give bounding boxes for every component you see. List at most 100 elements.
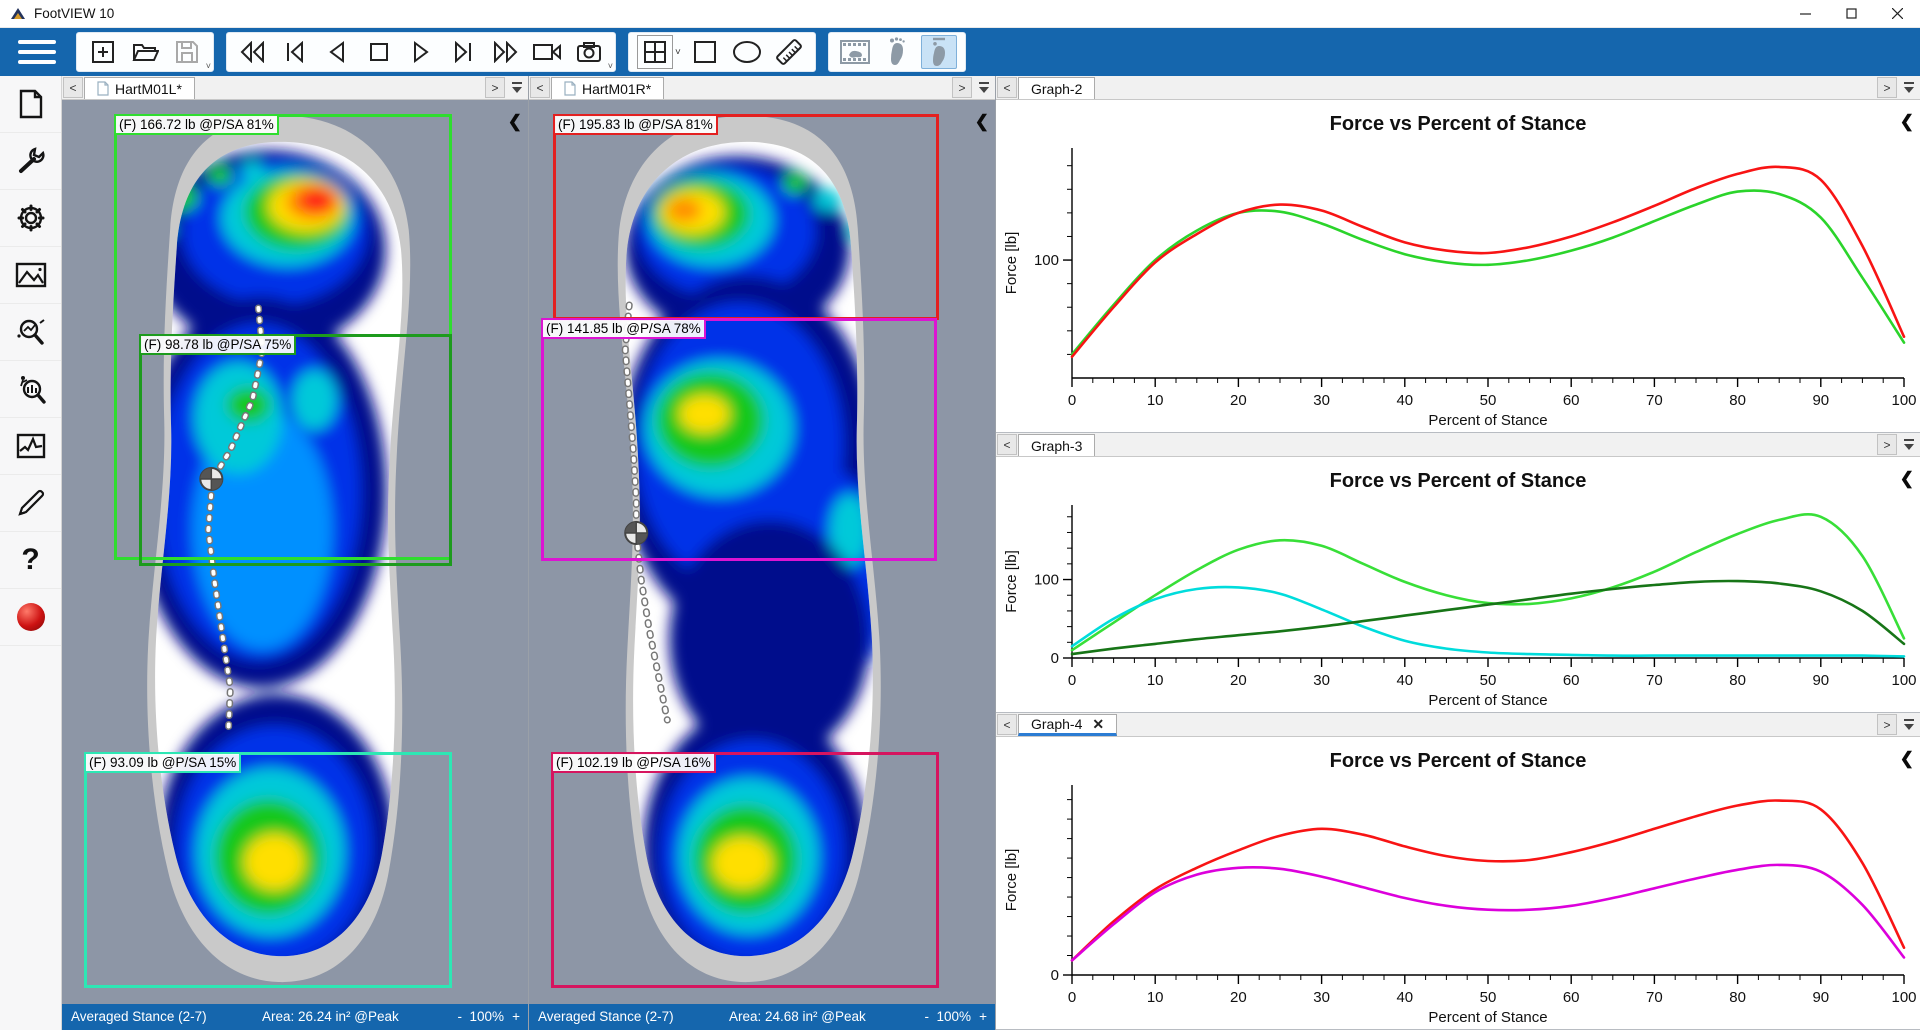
collapse-panel-icon[interactable]: ❮	[1900, 749, 1914, 769]
sidebar-item-help[interactable]: ?	[0, 532, 61, 589]
sidebar-item-document[interactable]	[0, 76, 61, 133]
svg-text:40: 40	[1396, 989, 1413, 1006]
svg-text:30: 30	[1313, 392, 1330, 409]
rectangle-tool-button[interactable]	[687, 35, 723, 69]
zoom-in-button[interactable]: +	[512, 1009, 520, 1024]
svg-text:0: 0	[1068, 392, 1076, 409]
tab-label: Graph-2	[1031, 81, 1082, 97]
tab-scroll-left-button[interactable]: <	[997, 434, 1017, 455]
svg-text:80: 80	[1729, 672, 1746, 689]
step-last-button[interactable]	[445, 35, 481, 69]
new-document-button[interactable]	[85, 35, 121, 69]
close-tab-icon[interactable]: ✕	[1092, 716, 1104, 733]
region-box-heel[interactable]	[84, 752, 452, 988]
tab-scroll-right-button[interactable]: >	[1877, 434, 1897, 455]
footprint-view-button[interactable]	[879, 35, 915, 69]
tab-menu-button[interactable]	[1899, 77, 1919, 98]
minimize-button[interactable]	[1782, 0, 1828, 27]
right-foot-tabstrip: < HartM01R* >	[529, 76, 995, 100]
svg-text:0: 0	[1068, 989, 1076, 1006]
collapse-panel-icon[interactable]: ❮	[1900, 112, 1914, 132]
svg-text:80: 80	[1729, 989, 1746, 1006]
grid-layout-button[interactable]	[637, 35, 673, 69]
playback-group-chevron-icon[interactable]: ˅	[608, 61, 613, 71]
play-button[interactable]	[403, 35, 439, 69]
main-toolbar: ˅ ˅ ˅	[0, 28, 1920, 76]
collapse-panel-icon[interactable]: ❮	[975, 112, 989, 132]
region-force-label: (F) 166.72 lb @P/SA 81%	[114, 114, 279, 135]
region-box-midfoot[interactable]	[541, 318, 937, 561]
sidebar-item-annotate[interactable]	[0, 475, 61, 532]
region-force-label: (F) 141.85 lb @P/SA 78%	[541, 318, 706, 339]
tab-menu-button[interactable]	[507, 77, 527, 98]
menu-icon[interactable]	[10, 32, 64, 72]
graph-4-tabstrip: < Graph-4 ✕ >	[996, 713, 1920, 737]
snapshot-button[interactable]	[571, 35, 607, 69]
region-box-forefoot[interactable]	[553, 114, 939, 320]
ellipse-tool-button[interactable]	[729, 35, 765, 69]
region-box-midfoot[interactable]	[139, 334, 452, 566]
tab-scroll-left-button[interactable]: <	[997, 77, 1017, 98]
tab-menu-button[interactable]	[1899, 434, 1919, 455]
region-box-heel[interactable]	[551, 752, 939, 988]
tab-scroll-right-button[interactable]: >	[1877, 714, 1897, 735]
grid-layout-dropdown-icon[interactable]: ˅	[675, 47, 681, 58]
tab-graph-2[interactable]: Graph-2	[1018, 77, 1095, 99]
tab-menu-button[interactable]	[974, 77, 994, 98]
tab-scroll-left-button[interactable]: <	[530, 77, 550, 98]
open-file-button[interactable]	[127, 35, 163, 69]
save-button[interactable]	[169, 35, 205, 69]
sidebar-item-record[interactable]	[0, 589, 61, 646]
svg-text:70: 70	[1646, 672, 1663, 689]
zoom-out-button[interactable]: -	[925, 1009, 930, 1024]
tab-menu-button[interactable]	[1899, 714, 1919, 735]
sidebar-item-tools[interactable]	[0, 133, 61, 190]
sidebar-item-image[interactable]	[0, 247, 61, 304]
stop-button[interactable]	[361, 35, 397, 69]
video-record-button[interactable]	[529, 35, 565, 69]
sidebar-item-chart[interactable]	[0, 418, 61, 475]
rewind-button[interactable]	[235, 35, 271, 69]
svg-text:40: 40	[1396, 392, 1413, 409]
svg-text:70: 70	[1646, 392, 1663, 409]
footprint-timeline-view-button[interactable]	[921, 35, 957, 69]
fast-forward-button[interactable]	[487, 35, 523, 69]
svg-text:Force [lb]: Force [lb]	[1003, 550, 1020, 613]
tab-hartm01r[interactable]: HartM01R*	[551, 77, 664, 99]
playback-toolbar-group: ˅	[226, 32, 616, 72]
sidebar-item-settings[interactable]	[0, 190, 61, 247]
graph-2-plot: 0102030405060708090100100Percent of Stan…	[996, 136, 1920, 432]
close-button[interactable]	[1874, 0, 1920, 27]
play-reverse-button[interactable]	[319, 35, 355, 69]
tab-label: HartM01R*	[582, 81, 651, 97]
tab-graph-4[interactable]: Graph-4 ✕	[1018, 714, 1117, 736]
tab-scroll-right-button[interactable]: >	[952, 77, 972, 98]
svg-text:40: 40	[1396, 672, 1413, 689]
tab-hartm01l[interactable]: HartM01L*	[84, 77, 195, 99]
collapse-panel-icon[interactable]: ❮	[508, 112, 522, 132]
svg-text:100: 100	[1891, 989, 1916, 1006]
tab-scroll-right-button[interactable]: >	[1877, 77, 1897, 98]
file-toolbar-group: ˅	[76, 32, 214, 72]
maximize-button[interactable]	[1828, 0, 1874, 27]
tab-scroll-right-button[interactable]: >	[485, 77, 505, 98]
left-foot-heatmap-area: (F) 166.72 lb @P/SA 81% (F) 98.78 lb @P/…	[62, 100, 528, 1004]
tab-label: Graph-3	[1031, 438, 1082, 454]
sidebar-item-inspect-data[interactable]	[0, 304, 61, 361]
tab-graph-3[interactable]: Graph-3	[1018, 434, 1095, 456]
svg-text:50: 50	[1480, 672, 1497, 689]
step-first-button[interactable]	[277, 35, 313, 69]
zoom-out-button[interactable]: -	[458, 1009, 463, 1024]
collapse-panel-icon[interactable]: ❮	[1900, 469, 1914, 489]
pressure-movie-button[interactable]	[837, 35, 873, 69]
tab-scroll-left-button[interactable]: <	[63, 77, 83, 98]
series-left-heel-force	[1072, 587, 1904, 656]
tab-scroll-left-button[interactable]: <	[997, 714, 1017, 735]
file-group-chevron-icon[interactable]: ˅	[206, 61, 211, 71]
series-right-total-force	[1072, 800, 1904, 960]
svg-text:Percent of Stance: Percent of Stance	[1428, 412, 1547, 429]
ruler-tool-button[interactable]	[771, 35, 807, 69]
left-foot-tabstrip: < HartM01L* >	[62, 76, 528, 100]
sidebar-item-subject-analysis[interactable]	[0, 361, 61, 418]
zoom-in-button[interactable]: +	[979, 1009, 987, 1024]
